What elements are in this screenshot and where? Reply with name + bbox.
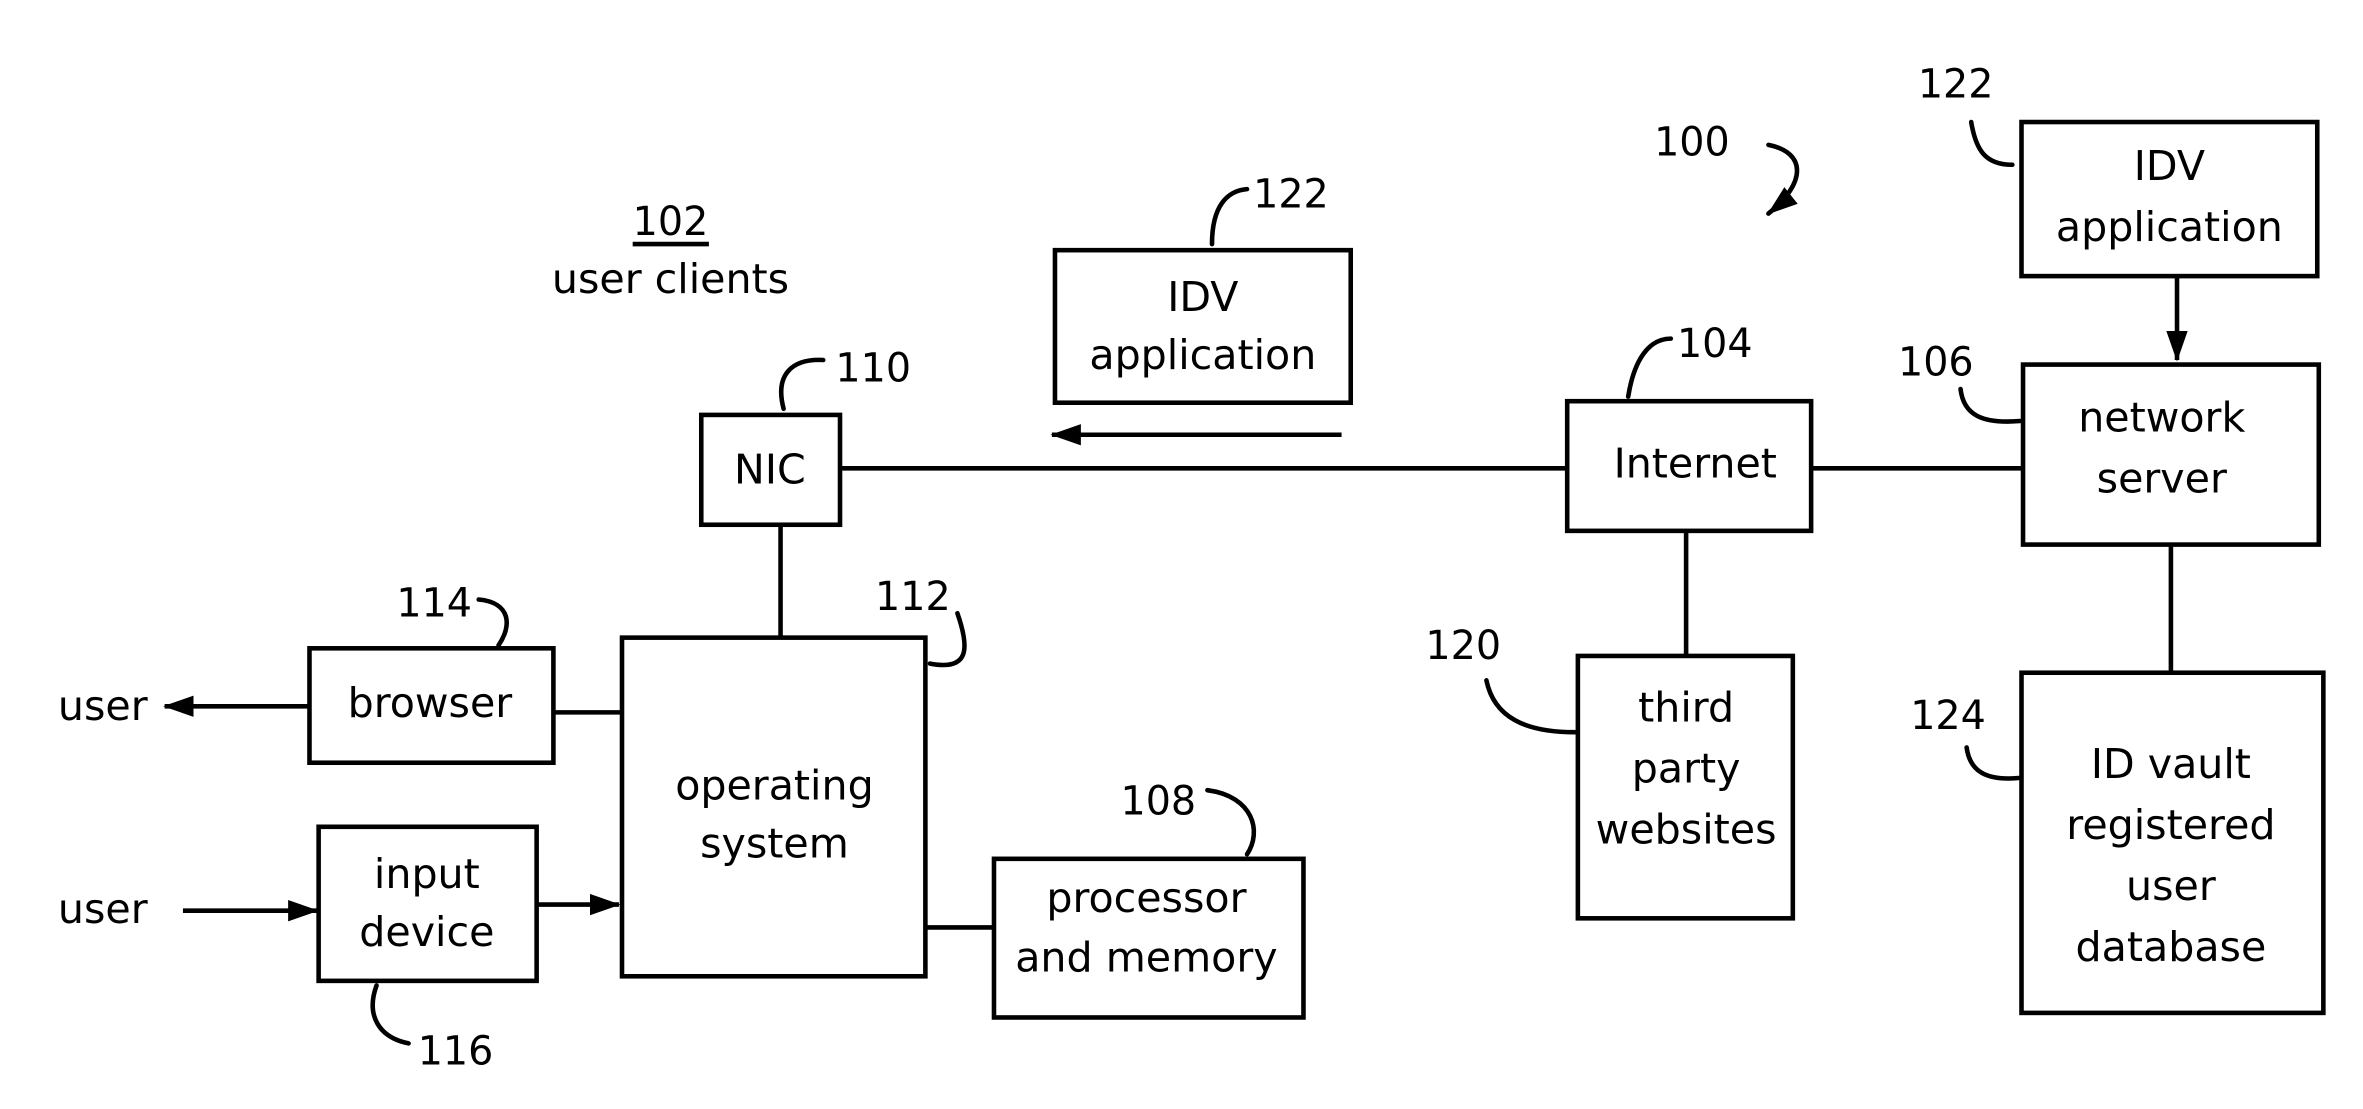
- id-vault-line4: database: [2076, 923, 2267, 971]
- third-party-box[interactable]: third party websites: [1575, 653, 1796, 921]
- third-party-line2: party: [1632, 745, 1741, 793]
- os-line2: system: [700, 819, 849, 867]
- processor-ref-leader: [1205, 787, 1257, 857]
- os-ref: 112: [875, 574, 951, 620]
- input-device-ref: 116: [418, 1029, 494, 1075]
- browser-label: browser: [348, 679, 513, 727]
- browser-box[interactable]: browser: [307, 646, 556, 766]
- third-party-line1: third: [1638, 684, 1734, 732]
- nic-ref-leader: [778, 357, 826, 412]
- id-vault-box[interactable]: ID vault registered user database: [2019, 670, 2326, 1016]
- os-line1: operating: [675, 761, 873, 809]
- nic-ref: 110: [835, 345, 911, 391]
- third-party-line3: websites: [1596, 806, 1777, 854]
- internet-ref: 104: [1677, 321, 1753, 367]
- third-party-ref: 120: [1425, 623, 1501, 669]
- idv-client-line2: application: [1089, 331, 1316, 379]
- input-device-line2: device: [359, 908, 494, 956]
- nic-box[interactable]: NIC: [698, 412, 843, 528]
- idv-client-ref: 122: [1253, 171, 1329, 217]
- network-server-ref: 106: [1898, 339, 1974, 385]
- idv-client-line1: IDV: [1167, 273, 1238, 321]
- id-vault-ref-leader: [1964, 745, 2021, 781]
- browser-ref-leader: [476, 597, 509, 648]
- idv-server-box[interactable]: IDV application: [2019, 119, 2320, 279]
- system-ref-arrow: [1766, 142, 1800, 216]
- input-device-box[interactable]: input device: [316, 824, 539, 984]
- network-server-ref-leader: [1958, 386, 2023, 424]
- browser-ref: 114: [396, 580, 472, 626]
- processor-line2: and memory: [1015, 934, 1277, 982]
- user-output-label: user: [58, 682, 148, 730]
- id-vault-line2: registered: [2066, 801, 2275, 849]
- internet-ref-leader: [1625, 336, 1674, 399]
- nic-label: NIC: [734, 446, 806, 494]
- idv-client-box[interactable]: IDV application: [1052, 247, 1354, 406]
- id-vault-line3: user: [2126, 862, 2216, 910]
- idv-client-ref-leader: [1209, 186, 1250, 247]
- os-ref-leader: [927, 610, 967, 668]
- third-party-ref-leader: [1484, 678, 1578, 735]
- internet-label: Internet: [1614, 439, 1777, 487]
- processor-line1: processor: [1046, 874, 1246, 922]
- network-server-box[interactable]: network server: [2020, 362, 2322, 547]
- idv-server-line1: IDV: [2134, 142, 2205, 190]
- internet-box[interactable]: Internet: [1564, 398, 1814, 534]
- id-vault-ref: 124: [1910, 693, 1986, 739]
- processor-box[interactable]: processor and memory: [991, 856, 1306, 1020]
- system-diagram: 100 102 user clients user user NIC 110 I…: [58, 62, 2326, 1075]
- idv-server-line2: application: [2056, 203, 2283, 251]
- network-server-line2: server: [2097, 455, 2227, 503]
- idv-server-ref: 122: [1918, 62, 1994, 108]
- user-input-label: user: [58, 885, 148, 933]
- input-device-ref-leader: [370, 983, 411, 1046]
- processor-ref: 108: [1121, 779, 1197, 825]
- network-server-line1: network: [2078, 394, 2245, 442]
- operating-system-box[interactable]: operating system: [619, 635, 928, 979]
- id-vault-line1: ID vault: [2091, 740, 2251, 788]
- system-ref: 100: [1654, 120, 1730, 166]
- group-ref: 102: [633, 199, 709, 245]
- group-label: user clients: [552, 255, 789, 303]
- idv-server-ref-leader: [1968, 119, 2015, 168]
- input-device-line1: input: [374, 850, 480, 898]
